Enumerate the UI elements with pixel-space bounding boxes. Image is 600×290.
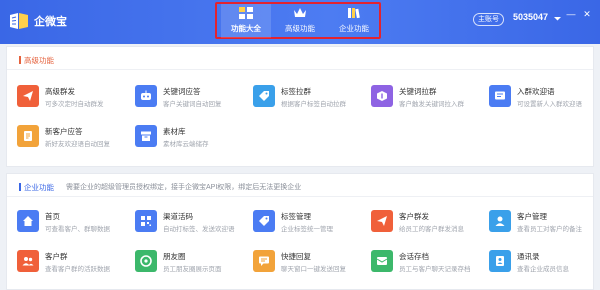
account-badge: 主账号: [473, 13, 504, 26]
tag-icon: [259, 91, 269, 101]
home-icon: [23, 216, 33, 226]
app-logo-icon: [10, 13, 28, 29]
books-icon: [348, 8, 360, 19]
chevron-down-icon[interactable]: [554, 15, 561, 22]
feature-group-welcome[interactable]: 入群欢迎语 可设置新人入群欢迎语: [489, 85, 600, 113]
tab-label: 企业功能: [339, 24, 369, 33]
feature-keyword-group[interactable]: 关键词拉群 客户触发关键词拉入群: [371, 85, 483, 113]
feature-new-customer-reply[interactable]: 新客户应答 新好友欢迎语自动回复: [17, 125, 129, 153]
minimize-button[interactable]: —: [566, 9, 576, 19]
robot-icon: [141, 90, 151, 100]
feature-moments[interactable]: 朋友圈 员工朋友圈展示页面: [135, 250, 247, 278]
feature-contacts[interactable]: 通讯录 查看企业成员信息: [489, 250, 600, 278]
feature-tag-management[interactable]: 标签管理 企业标签统一管理: [253, 210, 365, 238]
archive-icon: [141, 131, 151, 141]
archive-chat-icon: [376, 257, 388, 265]
feature-quick-reply[interactable]: 快捷回复 聊天窗口一键发送回复: [253, 250, 365, 278]
enterprise-features-panel: 企业功能 需要企业的超级管理员授权绑定，接手企微宝API权限，绑定后无法更换企业…: [6, 173, 594, 290]
key-icon: [377, 91, 387, 101]
feature-channel-qrcode[interactable]: 渠道活码 自动打标签、发送欢迎语: [135, 210, 247, 238]
feature-keyword-reply[interactable]: 关键词应答 客户关键词自动回复: [135, 85, 247, 113]
close-button[interactable]: ✕: [582, 9, 592, 19]
feature-customer-management[interactable]: 客户管理 查看员工对客户的备注: [489, 210, 600, 238]
feature-home[interactable]: 首页 可查看客户、群聊数据: [17, 210, 129, 238]
tag-icon: [259, 216, 269, 226]
tab-all-features[interactable]: 功能大全: [221, 4, 271, 38]
group-icon: [22, 257, 34, 266]
send-icon: [377, 216, 387, 226]
feature-material-library[interactable]: 素材库 素材库云端储存: [135, 125, 247, 153]
welcome-icon: [495, 91, 505, 100]
contacts-icon: [496, 256, 504, 266]
section-title: 企业功能: [19, 182, 54, 193]
document-icon: [24, 131, 32, 141]
crown-icon: [294, 8, 306, 17]
feature-advanced-broadcast[interactable]: 高级群发 可多次定时自动群发: [17, 85, 129, 113]
tab-label: 功能大全: [231, 24, 261, 33]
advanced-features-panel: 高级功能 高级群发 可多次定时自动群发 关键词应答 客户关键词自动回复 标签拉群…: [6, 46, 594, 167]
app-title: 企微宝: [34, 16, 67, 28]
reply-icon: [259, 256, 269, 266]
title-bar: 企微宝 功能大全 高级功能 企业功能 主账号 5035047 — ✕: [0, 0, 600, 44]
grid-icon: [239, 7, 253, 19]
tab-advanced-features[interactable]: 高级功能: [275, 4, 325, 38]
send-icon: [23, 91, 33, 101]
account-id[interactable]: 5035047: [513, 12, 548, 22]
tab-enterprise-features[interactable]: 企业功能: [329, 4, 379, 38]
feature-customer-broadcast[interactable]: 客户群发 给员工的客户群发消息: [371, 210, 483, 238]
feature-chat-archive[interactable]: 会话存档 员工与客户聊天记录存档: [371, 250, 483, 278]
feature-tag-group[interactable]: 标签拉群 根据客户标签自动拉群: [253, 85, 365, 113]
feature-customer-groups[interactable]: 客户群 查看客户群的活跃数据: [17, 250, 129, 278]
user-icon: [495, 216, 505, 226]
section-note: 需要企业的超级管理员授权绑定，接手企微宝API权限，绑定后无法更换企业: [66, 184, 302, 191]
qrcode-icon: [141, 216, 151, 226]
moments-icon: [140, 255, 152, 267]
section-title: 高级功能: [19, 55, 54, 66]
tab-label: 高级功能: [285, 24, 315, 33]
